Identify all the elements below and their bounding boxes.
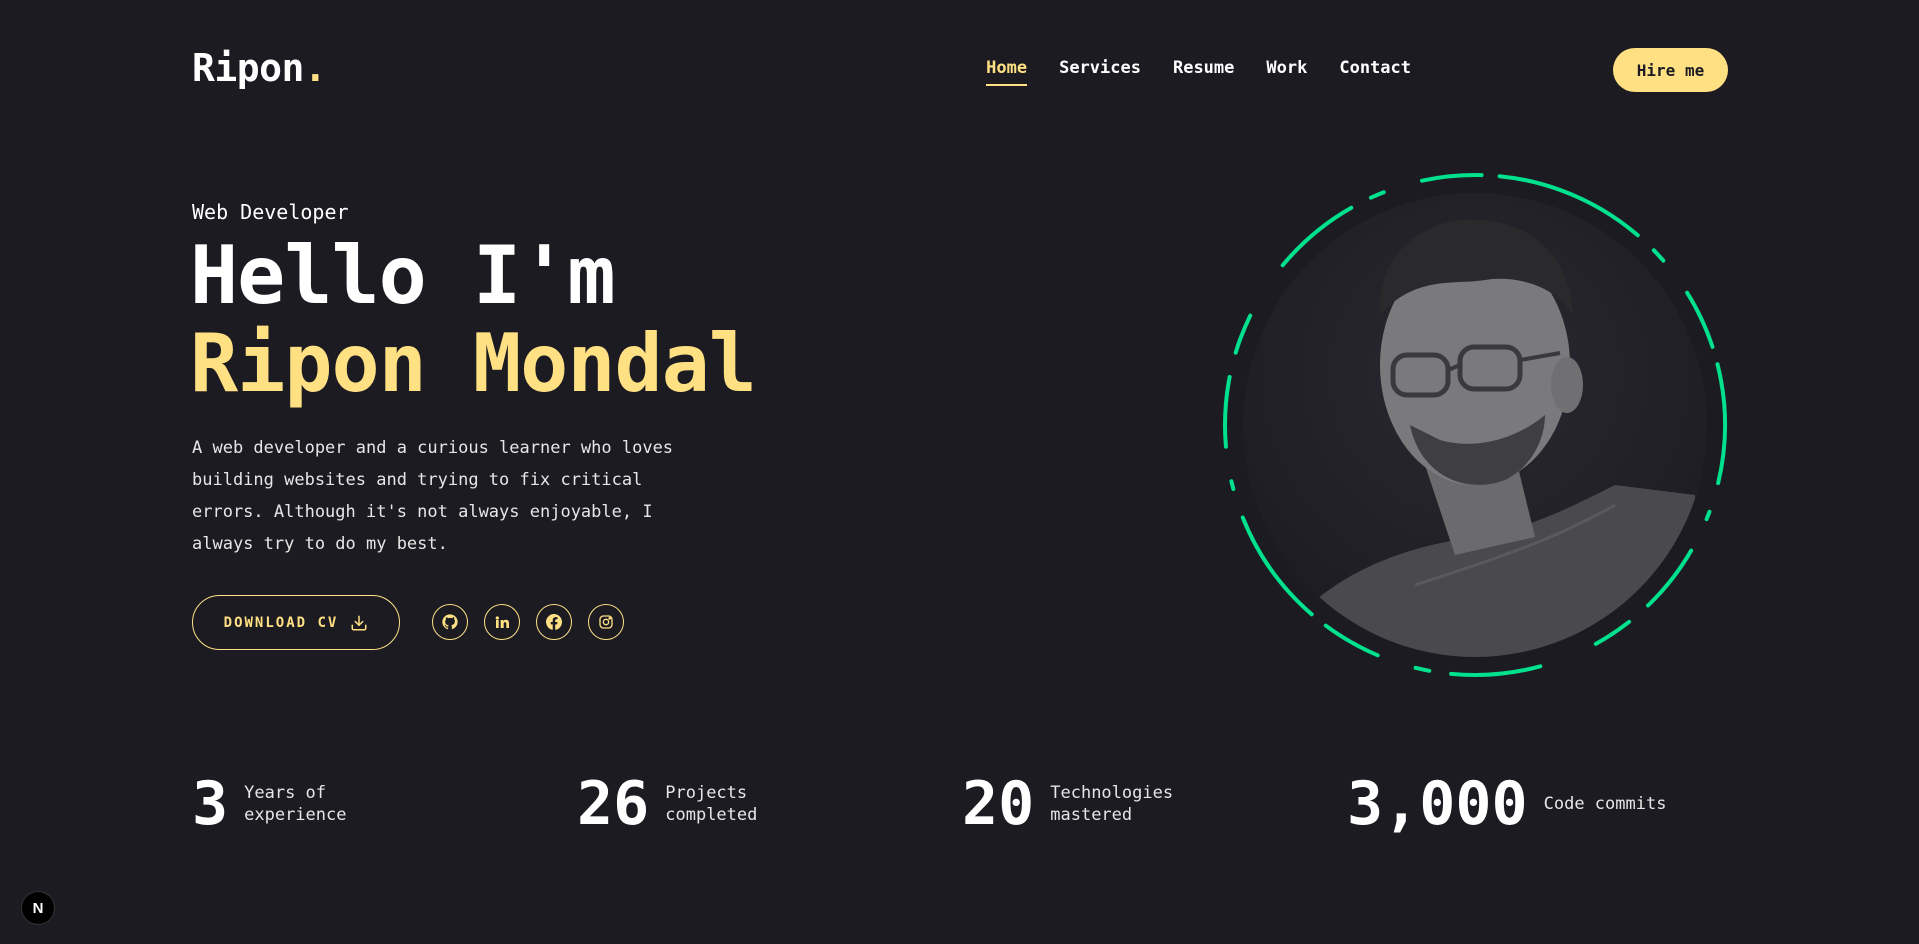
linkedin-icon xyxy=(495,616,509,628)
stat-label: Technologies mastered xyxy=(1050,783,1174,825)
nav-item-work[interactable]: Work xyxy=(1266,58,1307,86)
github-link[interactable] xyxy=(432,604,468,640)
bio-paragraph: A web developer and a curious learner wh… xyxy=(192,438,674,554)
instagram-icon xyxy=(599,615,613,629)
facebook-link[interactable] xyxy=(536,604,572,640)
stat-value: 3 xyxy=(192,769,229,839)
person-silhouette xyxy=(1243,193,1707,657)
stat-value: 26 xyxy=(577,769,650,839)
facebook-icon xyxy=(546,614,562,630)
nav-item-home[interactable]: Home xyxy=(986,58,1028,86)
nav-item-services[interactable]: Services xyxy=(1059,58,1141,86)
stat-label: Projects completed xyxy=(665,783,758,825)
download-cv-label: DOWNLOAD CV xyxy=(223,614,339,631)
nav-item-resume[interactable]: Resume xyxy=(1173,58,1234,86)
instagram-link[interactable] xyxy=(588,604,624,640)
role-label: Web Developer xyxy=(192,200,349,224)
logo-dot: . xyxy=(303,46,327,90)
github-icon xyxy=(442,614,458,630)
stat-label: Years of experience xyxy=(244,783,347,825)
download-icon xyxy=(351,615,367,630)
profile-photo-area xyxy=(1215,165,1735,685)
page: Ripon. Home Services Resume Work Contact… xyxy=(0,0,1919,944)
stat-experience: 3 Years of experience xyxy=(192,770,577,838)
linkedin-link[interactable] xyxy=(484,604,520,640)
nextjs-dev-badge[interactable]: N xyxy=(22,892,54,924)
stat-commits: 3,000 Code commits xyxy=(1347,770,1732,838)
nav-item-contact[interactable]: Contact xyxy=(1339,58,1411,86)
stat-value: 20 xyxy=(962,769,1035,839)
download-cv-button[interactable]: DOWNLOAD CV xyxy=(192,595,400,650)
stat-label: Code commits xyxy=(1543,794,1667,814)
logo[interactable]: Ripon. xyxy=(192,46,327,90)
stat-value: 3,000 xyxy=(1347,769,1528,839)
greeting-heading: Hello I'm xyxy=(190,229,615,322)
name-heading: Ripon Mondal xyxy=(190,317,757,410)
stats-row: 3 Years of experience 26 Projects comple… xyxy=(192,770,1732,838)
logo-text: Ripon xyxy=(192,46,304,90)
social-links xyxy=(432,604,624,640)
stat-technologies: 20 Technologies mastered xyxy=(962,770,1347,838)
stat-projects: 26 Projects completed xyxy=(577,770,962,838)
profile-photo xyxy=(1223,173,1727,677)
main-nav: Home Services Resume Work Contact xyxy=(986,58,1411,86)
hire-me-button[interactable]: Hire me xyxy=(1613,48,1728,92)
